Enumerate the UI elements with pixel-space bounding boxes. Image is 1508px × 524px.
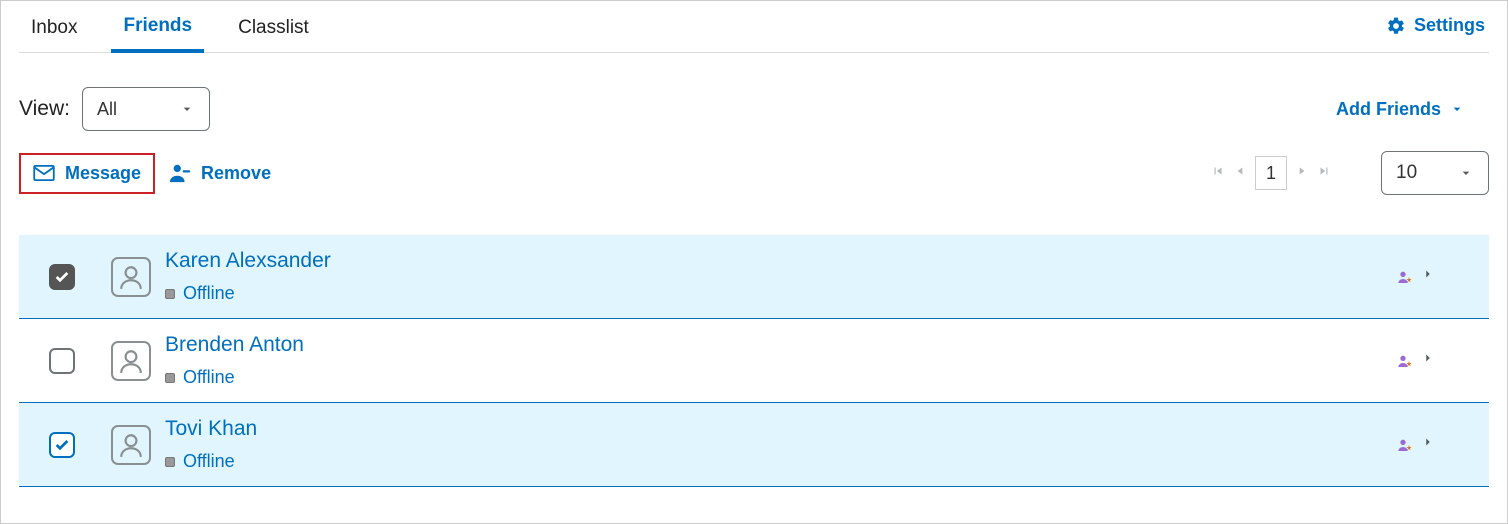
remove-button[interactable]: Remove	[169, 162, 271, 184]
avatar	[111, 341, 151, 381]
pager-next-button[interactable]	[1295, 164, 1309, 183]
status-dot-icon	[165, 457, 175, 467]
friend-name[interactable]: Tovi Khan	[165, 417, 1397, 441]
friend-row: Karen Alexsander Offline	[19, 235, 1489, 319]
user-icon	[118, 264, 144, 290]
page-number-input[interactable]	[1255, 156, 1287, 190]
check-icon	[54, 269, 70, 285]
tab-friends[interactable]: Friends	[111, 7, 204, 53]
status-text: Offline	[183, 367, 235, 388]
first-page-icon	[1211, 164, 1225, 178]
row-checkbox[interactable]	[49, 348, 75, 374]
settings-label: Settings	[1414, 15, 1485, 36]
row-chevron-button[interactable]	[1421, 435, 1435, 454]
friend-row: Brenden Anton Offline	[19, 319, 1489, 403]
gear-icon	[1386, 16, 1406, 36]
friend-status[interactable]: Offline	[165, 283, 1397, 304]
status-dot-icon	[165, 289, 175, 299]
remove-user-icon	[169, 162, 191, 184]
user-icon	[118, 432, 144, 458]
row-chevron-button[interactable]	[1421, 267, 1435, 286]
friend-name[interactable]: Karen Alexsander	[165, 249, 1397, 273]
per-page-value: 10	[1396, 162, 1417, 184]
add-friends-label: Add Friends	[1336, 99, 1441, 120]
pager-group: 10	[1211, 151, 1489, 195]
chevron-right-icon	[1421, 351, 1435, 365]
row-actions	[1397, 435, 1435, 454]
avatar	[111, 425, 151, 465]
chevron-right-icon	[1421, 435, 1435, 449]
tabs-bar: Inbox Friends Classlist Settings	[19, 7, 1489, 53]
status-text: Offline	[183, 283, 235, 304]
friend-badge-icon	[1397, 353, 1413, 369]
settings-link[interactable]: Settings	[1386, 15, 1489, 44]
pager-first-button[interactable]	[1211, 164, 1225, 183]
pager-prev-button[interactable]	[1233, 164, 1247, 183]
row-chevron-button[interactable]	[1421, 351, 1435, 370]
remove-label: Remove	[201, 163, 271, 184]
row-checkbox[interactable]	[49, 432, 75, 458]
view-select[interactable]: All	[82, 87, 210, 131]
status-text: Offline	[183, 451, 235, 472]
row-actions	[1397, 351, 1435, 370]
friend-badge-icon	[1397, 269, 1413, 285]
user-icon	[118, 348, 144, 374]
last-page-icon	[1317, 164, 1331, 178]
tab-classlist[interactable]: Classlist	[226, 9, 321, 51]
friend-name[interactable]: Brenden Anton	[165, 333, 1397, 357]
envelope-icon	[33, 165, 55, 181]
row-checkbox[interactable]	[49, 264, 75, 290]
chevron-right-icon	[1421, 267, 1435, 281]
avatar	[111, 257, 151, 297]
friend-badge-icon	[1397, 437, 1413, 453]
message-button[interactable]: Message	[19, 153, 155, 194]
pager-controls	[1211, 156, 1331, 190]
chevron-down-icon	[1458, 165, 1474, 181]
view-label: View:	[19, 97, 70, 121]
view-row: View: All Add Friends	[19, 87, 1489, 131]
status-dot-icon	[165, 373, 175, 383]
check-icon	[54, 437, 70, 453]
per-page-select[interactable]: 10	[1381, 151, 1489, 195]
friend-row: Tovi Khan Offline	[19, 403, 1489, 487]
row-actions	[1397, 267, 1435, 286]
pager-last-button[interactable]	[1317, 164, 1331, 183]
friend-status[interactable]: Offline	[165, 367, 1397, 388]
tab-inbox[interactable]: Inbox	[19, 9, 89, 51]
chevron-down-icon	[1449, 101, 1465, 117]
action-row: Message Remove	[19, 151, 1489, 195]
view-select-value: All	[97, 99, 117, 120]
friend-status[interactable]: Offline	[165, 451, 1397, 472]
add-friends-link[interactable]: Add Friends	[1336, 99, 1489, 120]
friends-list: Karen Alexsander Offline Brenden Anton	[19, 235, 1489, 487]
prev-page-icon	[1233, 164, 1247, 178]
message-label: Message	[65, 163, 141, 184]
chevron-down-icon	[179, 101, 195, 117]
next-page-icon	[1295, 164, 1309, 178]
